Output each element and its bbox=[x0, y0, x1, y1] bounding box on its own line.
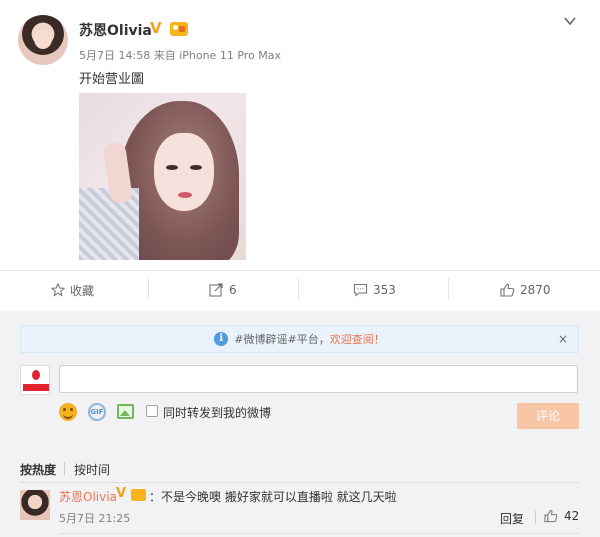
action-separator bbox=[448, 278, 449, 300]
submit-comment-button[interactable]: 评论 bbox=[517, 403, 579, 429]
comment-author-avatar[interactable] bbox=[20, 490, 50, 520]
image-icon[interactable] bbox=[117, 404, 134, 419]
notice-link[interactable]: 欢迎查阅！ bbox=[330, 331, 385, 347]
forward-checkbox-label[interactable]: 同时转发到我的微博 bbox=[163, 404, 271, 421]
post-meta: 5月7日 14:58 来自 iPhone 11 Pro Max bbox=[79, 47, 281, 63]
post-date[interactable]: 5月7日 14:58 bbox=[79, 49, 150, 62]
favorite-button[interactable]: 收藏 bbox=[51, 280, 94, 300]
chevron-down-icon[interactable] bbox=[563, 14, 577, 28]
member-badge-icon[interactable] bbox=[131, 489, 146, 501]
verified-badge-icon: V bbox=[116, 486, 127, 501]
gif-icon[interactable]: GIF bbox=[88, 403, 106, 421]
forward-checkbox[interactable] bbox=[146, 405, 158, 417]
action-separator bbox=[148, 278, 149, 300]
like-count: 2870 bbox=[520, 283, 551, 297]
forward-count: 6 bbox=[229, 283, 237, 297]
comment-time: 5月7日 21:25 bbox=[59, 512, 131, 525]
comment-like-button[interactable]: 42 bbox=[544, 509, 579, 523]
divider bbox=[59, 533, 579, 534]
member-badge-icon[interactable] bbox=[170, 22, 188, 36]
close-icon[interactable]: × bbox=[558, 332, 568, 346]
comment-author-name[interactable]: 苏恩Olivia bbox=[59, 488, 117, 505]
sort-by-time-tab[interactable]: 按时间 bbox=[74, 461, 110, 478]
comment-count: 353 bbox=[373, 283, 396, 297]
verified-badge-icon: V bbox=[150, 19, 162, 37]
emoji-icon[interactable] bbox=[59, 403, 77, 421]
favorite-label: 收藏 bbox=[70, 283, 95, 298]
current-user-avatar[interactable] bbox=[20, 365, 50, 395]
notice-text: #微博辟谣#平台， bbox=[234, 333, 330, 346]
sort-by-hot-tab[interactable]: 按热度 bbox=[20, 461, 56, 478]
star-icon bbox=[51, 283, 65, 297]
comment-button[interactable]: 353 bbox=[353, 280, 396, 300]
author-avatar[interactable] bbox=[18, 15, 68, 65]
author-name[interactable]: 苏恩Olivia bbox=[79, 20, 152, 40]
post-text: 开始营业圖 bbox=[79, 72, 145, 87]
thumbs-up-icon bbox=[500, 283, 515, 297]
forward-button[interactable]: 6 bbox=[209, 280, 237, 300]
comment-like-count: 42 bbox=[564, 509, 580, 523]
notice-banner: i #微博辟谣#平台， 欢迎查阅！ × bbox=[20, 325, 579, 353]
forward-icon bbox=[209, 283, 223, 297]
reply-button[interactable]: 回复 bbox=[500, 510, 524, 527]
post-source: 来自 iPhone 11 Pro Max bbox=[153, 49, 282, 62]
post-image[interactable] bbox=[79, 93, 246, 260]
divider bbox=[20, 482, 579, 483]
comment-action-separator bbox=[535, 511, 536, 524]
weibo-post-card: 苏恩Olivia V 5月7日 14:58 来自 iPhone 11 Pro M… bbox=[0, 0, 600, 537]
comment-icon bbox=[353, 283, 368, 297]
divider bbox=[0, 270, 600, 271]
thumbs-up-icon bbox=[544, 510, 558, 523]
comment-input[interactable] bbox=[59, 365, 578, 393]
like-button[interactable]: 2870 bbox=[500, 280, 551, 300]
action-separator bbox=[298, 278, 299, 300]
comment-text: ：不是今晚噢 搬好家就可以直播啦 就这几天啦 bbox=[149, 490, 397, 504]
info-icon: i bbox=[214, 332, 229, 346]
sort-separator bbox=[64, 462, 65, 475]
